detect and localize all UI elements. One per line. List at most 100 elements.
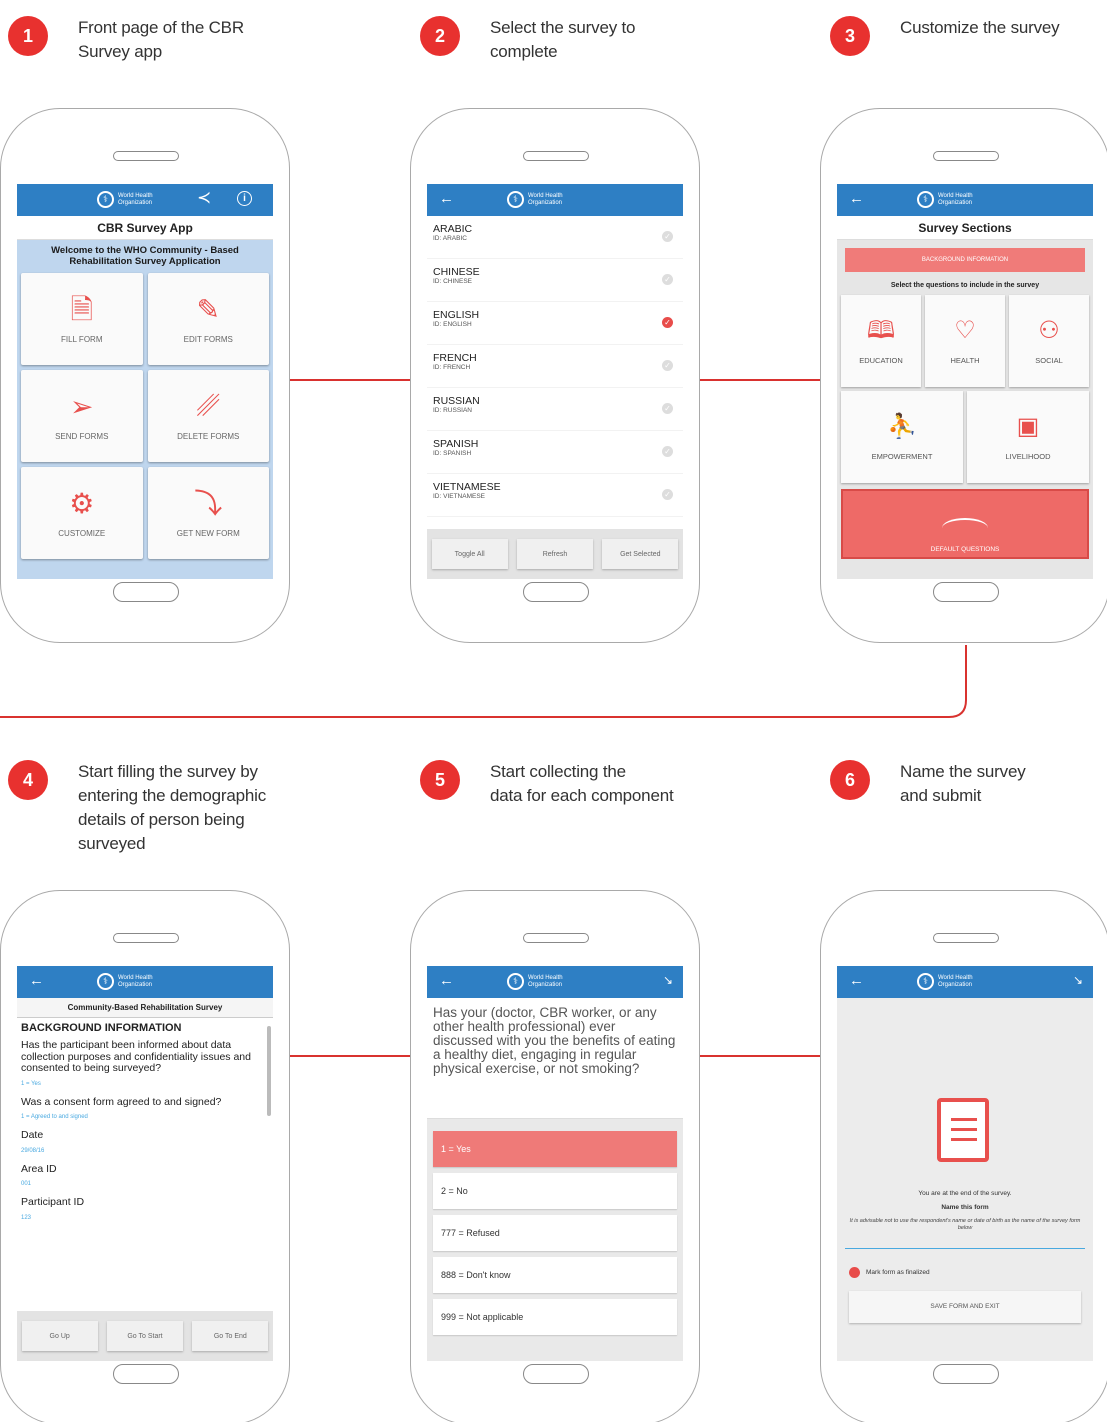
answer-value[interactable]: 123	[21, 1215, 265, 1221]
language-name: RUSSIAN	[433, 395, 480, 407]
app-bar: ⚕ World Health Organization ≺ i	[17, 184, 273, 216]
toggle-all-button[interactable]: Toggle All	[431, 539, 508, 569]
phone-home-button	[113, 1364, 179, 1384]
background-information-button[interactable]: BACKGROUND INFORMATION	[845, 248, 1085, 272]
answer-value[interactable]: 1 = Yes	[21, 1081, 265, 1087]
checkbox-checked-icon	[849, 1267, 860, 1278]
phone-speaker	[933, 933, 999, 943]
menu-tile-send-forms[interactable]: ➢ SEND FORMS	[21, 370, 143, 462]
checkmark-icon[interactable]: ✓	[662, 403, 673, 414]
scan-icon[interactable]: ↘	[1073, 973, 1083, 987]
paper-plane-icon: ➢	[70, 390, 94, 422]
language-id: ID: SPANISH	[433, 450, 472, 457]
language-name: CHINESE	[433, 266, 480, 278]
answer-value[interactable]: 1 = Agreed to and signed	[21, 1114, 265, 1120]
document-icon	[937, 1098, 989, 1162]
save-form-and-exit-button[interactable]: SAVE FORM AND EXIT	[849, 1291, 1081, 1323]
share-icon[interactable]: ≺	[197, 188, 211, 208]
list-action-bar: Toggle All Refresh Get Selected	[427, 529, 683, 579]
trash-icon: ␥	[197, 390, 220, 422]
list-item[interactable]: RUSSIAN ID: RUSSIAN ✓	[427, 388, 683, 431]
back-arrow-icon[interactable]: ←	[439, 190, 454, 207]
menu-tile-label: CUSTOMIZE	[58, 528, 106, 538]
checkmark-icon[interactable]: ✓	[662, 446, 673, 457]
phone-home-button	[523, 582, 589, 602]
back-arrow-icon[interactable]: ←	[439, 972, 454, 989]
mark-finalized-checkbox[interactable]: Mark form as finalized	[849, 1267, 930, 1278]
naming-advice: It is advisable not to use the responden…	[849, 1218, 1081, 1231]
step-number-badge: 1	[8, 16, 48, 56]
who-emblem-icon: ⚕	[97, 191, 114, 208]
answer-option[interactable]: 777 = Refused	[433, 1215, 677, 1251]
section-social[interactable]: ⚇ SOCIAL	[1009, 295, 1089, 387]
answer-option[interactable]: 888 = Don't know	[433, 1257, 677, 1293]
app-bar: ← ⚕ World Health Organization	[427, 184, 683, 216]
app-bar: ← ⚕ World Health Organization ↘	[837, 966, 1093, 998]
who-logo-line2: Organization	[938, 199, 973, 206]
answer-option[interactable]: 999 = Not applicable	[433, 1299, 677, 1335]
language-name: ENGLISH	[433, 309, 480, 321]
checkmark-icon[interactable]: ✓	[662, 274, 673, 285]
who-logo-line2: Organization	[938, 981, 973, 988]
who-emblem-icon: ⚕	[917, 191, 934, 208]
home-menu: Welcome to the WHO Community - Based Reh…	[17, 240, 273, 579]
survey-title: Community-Based Rehabilitation Survey	[17, 998, 273, 1018]
phone-speaker	[933, 151, 999, 161]
back-arrow-icon[interactable]: ←	[849, 972, 864, 989]
section-label: SOCIAL	[1035, 355, 1063, 365]
section-education[interactable]: 🕮 EDUCATION	[841, 295, 921, 387]
menu-tile-get-new-form[interactable]: ⤵ GET NEW FORM	[147, 467, 269, 559]
list-item[interactable]: VIETNAMESE ID: VIETNAMESE ✓	[427, 474, 683, 517]
list-item[interactable]: ARABIC ID: ARABIC ✓	[427, 216, 683, 259]
checkmark-icon[interactable]: ✓	[662, 489, 673, 500]
section-livelihood[interactable]: ▣ LIVELIHOOD	[967, 391, 1089, 483]
who-logo-line2: Organization	[118, 199, 153, 206]
menu-tile-delete-forms[interactable]: ␥ DELETE FORMS	[147, 370, 269, 462]
section-label: HEALTH	[950, 355, 980, 365]
name-form-label: Name this form	[941, 1204, 989, 1211]
section-label: EMPOWERMENT	[871, 451, 933, 461]
go-to-end-button[interactable]: Go To End	[192, 1321, 269, 1351]
get-selected-button[interactable]: Get Selected	[602, 539, 679, 569]
who-logo: ⚕ World Health Organization	[917, 191, 973, 208]
section-health[interactable]: ♡ HEALTH	[925, 295, 1005, 387]
scan-icon[interactable]: ↘	[663, 973, 673, 987]
heart-icon: ♡	[954, 316, 976, 344]
step-description: Select the survey to complete	[490, 18, 636, 61]
sections-row-2: ⛹ EMPOWERMENT ▣ LIVELIHOOD	[841, 391, 1089, 483]
list-item[interactable]: CHINESE ID: CHINESE ✓	[427, 259, 683, 302]
answer-value[interactable]: 29/08/16	[21, 1148, 265, 1154]
list-item[interactable]: ENGLISH ID: ENGLISH ✓	[427, 302, 683, 345]
section-empowerment[interactable]: ⛹ EMPOWERMENT	[841, 391, 963, 483]
checkmark-icon[interactable]: ✓	[662, 360, 673, 371]
checkmark-icon[interactable]: ✓	[662, 317, 673, 328]
who-logo-line2: Organization	[528, 199, 563, 206]
default-questions-button[interactable]: DEFAULT QUESTIONS	[841, 489, 1089, 559]
back-arrow-icon[interactable]: ←	[29, 972, 44, 989]
scrollbar[interactable]	[267, 1026, 271, 1116]
menu-tile-edit-forms[interactable]: ✎ EDIT FORMS	[147, 273, 269, 365]
who-logo-line2: Organization	[118, 981, 153, 988]
refresh-button[interactable]: Refresh	[516, 539, 593, 569]
go-up-button[interactable]: Go Up	[21, 1321, 98, 1351]
language-id: ID: ARABIC	[433, 235, 467, 242]
checkmark-icon[interactable]: ✓	[662, 231, 673, 242]
survey-sections: BACKGROUND INFORMATION Select the questi…	[837, 240, 1093, 579]
list-item[interactable]: SPANISH ID: SPANISH ✓	[427, 431, 683, 474]
info-icon[interactable]: i	[237, 191, 252, 206]
form-name-input[interactable]	[845, 1248, 1085, 1249]
finish-screen: You are at the end of the survey. Name t…	[837, 998, 1093, 1361]
answer-option[interactable]: 2 = No	[433, 1173, 677, 1209]
back-arrow-icon[interactable]: ←	[849, 190, 864, 207]
go-to-start-button[interactable]: Go To Start	[106, 1321, 183, 1351]
language-id: ID: CHINESE	[433, 278, 473, 285]
app-bar: ← ⚕ World Health Organization	[837, 184, 1093, 216]
answer-value[interactable]: 001	[21, 1181, 265, 1187]
who-logo: ⚕ World Health Organization	[507, 191, 563, 208]
menu-tile-customize[interactable]: ⚙ CUSTOMIZE	[21, 467, 143, 559]
who-logo: ⚕ World Health Organization	[97, 191, 153, 208]
answer-option[interactable]: 1 = Yes	[433, 1131, 677, 1167]
list-item[interactable]: FRENCH ID: FRENCH ✓	[427, 345, 683, 388]
menu-tile-fill-form[interactable]: 🗎 FILL FORM	[21, 273, 143, 365]
step-description: Customize the survey	[900, 18, 1060, 37]
